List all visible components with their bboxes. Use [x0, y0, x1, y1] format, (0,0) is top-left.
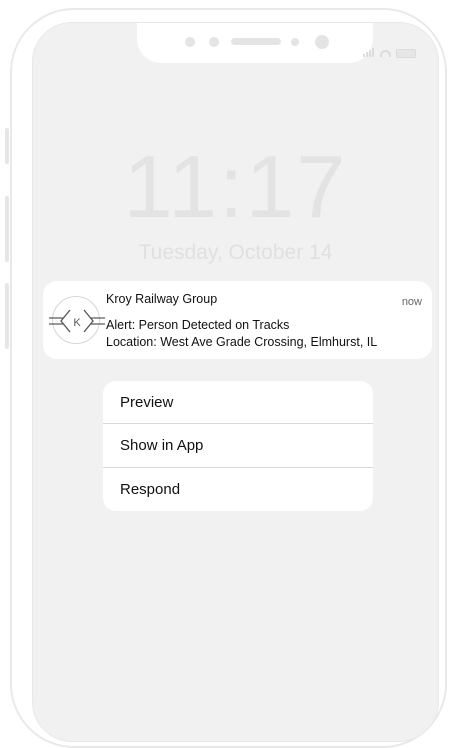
sensor-dot: [209, 37, 219, 47]
front-camera: [315, 35, 329, 49]
proximity-sensor: [291, 38, 299, 46]
status-icons: [363, 44, 416, 62]
notification-card[interactable]: K Kroy Railway Group now Alert: Person D…: [43, 281, 432, 359]
notification-timestamp: now: [401, 296, 422, 308]
notification-app-name: Kroy Railway Group: [106, 292, 218, 306]
sensor-dot: [185, 37, 195, 47]
preview-button[interactable]: Preview: [103, 381, 373, 425]
notification-body: Location: West Ave Grade Crossing, Elmhu…: [106, 335, 378, 349]
volume-down-button: [5, 283, 9, 349]
cellular-signal-icon: [363, 44, 375, 62]
logo-letter: K: [73, 317, 81, 329]
show-in-app-button[interactable]: Show in App: [103, 424, 373, 468]
lock-date: Tuesday, October 14: [138, 241, 333, 264]
notification-title: Alert: Person Detected on Tracks: [106, 318, 290, 332]
wifi-icon: [380, 49, 391, 57]
notification-action-menu: Preview Show in App Respond: [103, 381, 373, 511]
battery-icon: [396, 48, 416, 58]
app-logo: K: [49, 296, 105, 344]
lock-clock: 11:17: [123, 137, 348, 236]
respond-button[interactable]: Respond: [103, 468, 373, 511]
lock-screen: 11:17 Tuesday, October 14 K Kroy Railway…: [32, 22, 439, 742]
volume-up-button: [5, 196, 9, 262]
mute-switch: [5, 128, 9, 164]
kroy-logo-icon: K: [49, 309, 105, 333]
notch: [137, 23, 373, 63]
speaker-grille: [231, 38, 281, 45]
